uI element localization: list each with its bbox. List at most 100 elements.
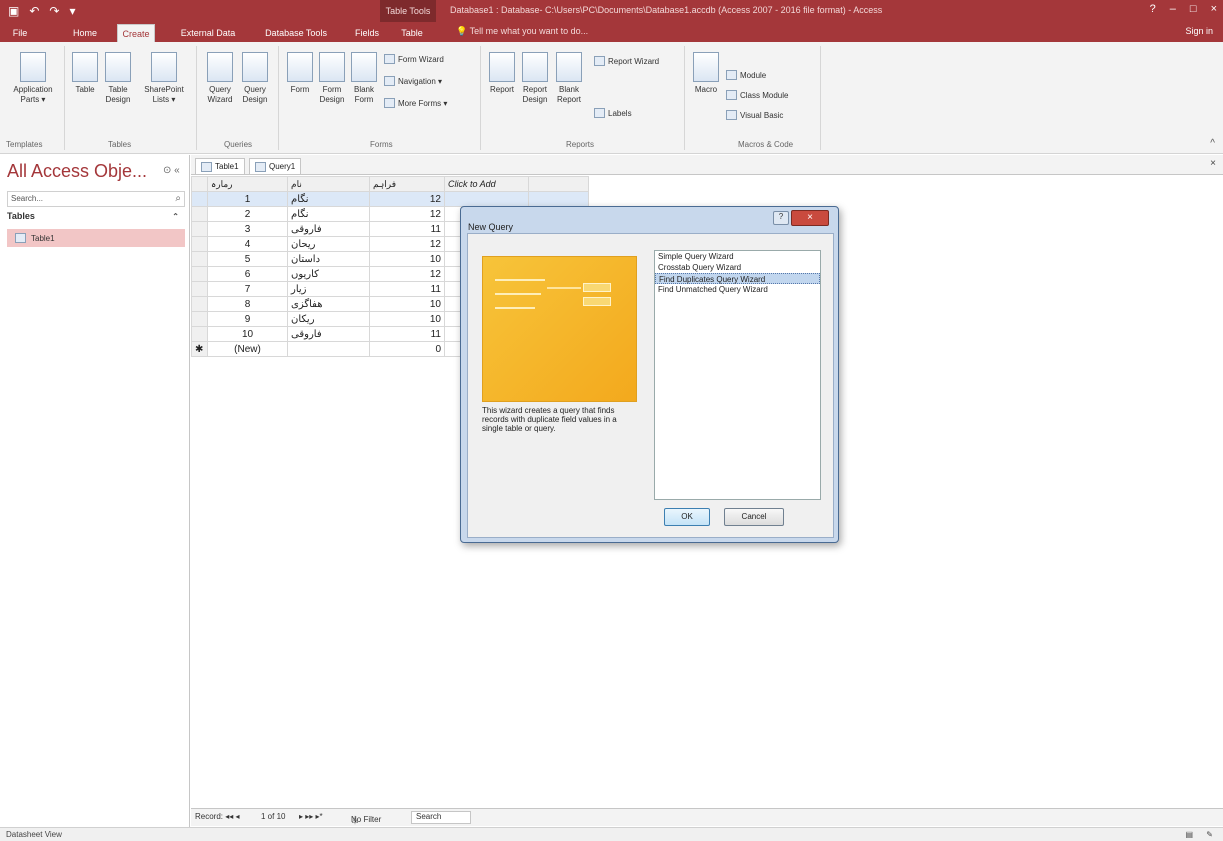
nav-title[interactable]: All Access Obje... [7,161,147,182]
application-parts-button[interactable]: Application Parts ▾ [8,52,58,105]
row-selector[interactable] [191,296,208,312]
row-selector[interactable] [191,266,208,282]
list-item-simple-query-wizard[interactable]: Simple Query Wizard [655,251,820,262]
collapse-ribbon-icon[interactable]: ^ [1210,138,1215,149]
chevron-up-icon[interactable]: ⌃ [172,212,179,221]
tab-create[interactable]: Create [117,24,155,42]
table-design-button[interactable]: Table Design [100,52,136,105]
report-wizard-button[interactable]: Report Wizard [594,56,659,66]
record-search-input[interactable]: Search [411,811,471,824]
cell-num[interactable]: 12 [369,266,445,282]
form-button[interactable]: Form [284,52,316,95]
record-nav-next[interactable]: ▸ ▸▸ ▸* [299,812,323,821]
record-position[interactable]: 1 of 10 [261,812,285,821]
nav-collapse-icon[interactable]: ⊙ « [163,165,180,176]
design-view-icon[interactable]: ✎ [1206,830,1213,839]
cell-name[interactable] [287,341,370,357]
macro-button[interactable]: Macro [690,52,722,95]
cell-id[interactable]: 1 [207,191,288,207]
tab-table1[interactable]: Table1 [195,158,245,175]
tab-query1[interactable]: Query1 [249,158,302,175]
minimize-icon[interactable]: – [1170,3,1176,15]
nav-group-tables[interactable]: Tables ⌃ [7,211,185,227]
row-selector[interactable] [191,251,208,267]
cell-name[interactable]: فاروقی [287,221,370,237]
cell-name[interactable]: نگام [287,206,370,222]
cell-num[interactable]: 10 [369,311,445,327]
datasheet-view-icon[interactable]: ▤ [1185,830,1193,839]
cell-id[interactable]: 6 [207,266,288,282]
tab-database-tools[interactable]: Database Tools [255,24,337,42]
list-item-crosstab-query-wizard[interactable]: Crosstab Query Wizard [655,262,820,273]
row-selector[interactable] [191,191,208,207]
sign-in-link[interactable]: Sign in [1185,26,1213,36]
navigation-button[interactable]: Navigation ▾ [384,76,442,86]
form-design-button[interactable]: Form Design [316,52,348,105]
help-icon[interactable]: ? [1150,3,1156,15]
cell-num[interactable]: 12 [369,191,445,207]
nav-search-input[interactable]: Search... ⌕ [7,191,185,207]
report-design-button[interactable]: Report Design [518,52,552,105]
cell-name[interactable]: نگام [287,191,370,207]
close-document-icon[interactable]: × [1210,158,1216,169]
tab-file[interactable]: File [6,24,34,42]
column-header-click-to-add[interactable]: Click to Add [444,176,529,192]
cell-num[interactable]: 10 [369,296,445,312]
row-selector[interactable] [191,206,208,222]
cell-name[interactable]: فاروقی [287,326,370,342]
sharepoint-lists-button[interactable]: SharePoint Lists ▾ [136,52,192,105]
column-header-num[interactable]: فراہم [369,176,445,192]
cell-empty[interactable] [444,191,529,207]
new-record-icon[interactable]: ✱ [191,341,208,357]
tab-table[interactable]: Table [396,24,428,42]
query-type-list[interactable]: Simple Query Wizard Crosstab Query Wizar… [654,250,821,500]
select-all-cell[interactable] [191,176,208,192]
labels-button[interactable]: Labels [594,108,632,118]
row-selector[interactable] [191,326,208,342]
cell-num[interactable]: 11 [369,326,445,342]
tab-external-data[interactable]: External Data [173,24,243,42]
form-wizard-button[interactable]: Form Wizard [384,54,444,64]
cell-num[interactable]: 11 [369,281,445,297]
maximize-icon[interactable]: □ [1190,3,1197,15]
column-header-id[interactable]: رمارہ [207,176,288,192]
blank-report-button[interactable]: Blank Report [552,52,586,105]
list-item-find-duplicates-query-wizard[interactable]: Find Duplicates Query Wizard [655,273,820,284]
cell-id[interactable]: 10 [207,326,288,342]
row-selector[interactable] [191,236,208,252]
row-selector[interactable] [191,311,208,327]
cell-num[interactable]: 12 [369,206,445,222]
more-forms-button[interactable]: More Forms ▾ [384,98,447,108]
cell-name[interactable]: داستان [287,251,370,267]
report-button[interactable]: Report [486,52,518,95]
nav-item-table1[interactable]: Table1 [7,229,185,247]
visual-basic-button[interactable]: Visual Basic [726,110,783,120]
cell-num[interactable]: 11 [369,221,445,237]
cell-name[interactable]: ریحان [287,236,370,252]
cell-num[interactable]: 0 [369,341,445,357]
cell-id[interactable]: (New) [207,341,288,357]
cell-name[interactable]: کاریوں [287,266,370,282]
cell-id[interactable]: 3 [207,221,288,237]
table-button[interactable]: Table [68,52,102,95]
cell-name[interactable]: زیار [287,281,370,297]
query-wizard-button[interactable]: Query Wizard [202,52,238,105]
dialog-close-icon[interactable]: × [791,210,829,226]
tab-home[interactable]: Home [68,24,102,42]
save-icon[interactable]: ▣ [8,4,19,18]
list-item-find-unmatched-query-wizard[interactable]: Find Unmatched Query Wizard [655,284,820,295]
cell-name[interactable]: ریکان [287,311,370,327]
cell-id[interactable]: 2 [207,206,288,222]
cell-id[interactable]: 7 [207,281,288,297]
search-icon[interactable]: ⌕ [175,193,181,204]
cell-id[interactable]: 8 [207,296,288,312]
cancel-button[interactable]: Cancel [724,508,784,526]
cell-num[interactable]: 10 [369,251,445,267]
query-design-button[interactable]: Query Design [237,52,273,105]
ok-button[interactable]: OK [664,508,710,526]
cell-id[interactable]: 4 [207,236,288,252]
cell-id[interactable]: 9 [207,311,288,327]
close-icon[interactable]: × [1211,3,1217,15]
row-selector[interactable] [191,221,208,237]
table-row[interactable]: 1 نگام 12 [191,191,589,207]
